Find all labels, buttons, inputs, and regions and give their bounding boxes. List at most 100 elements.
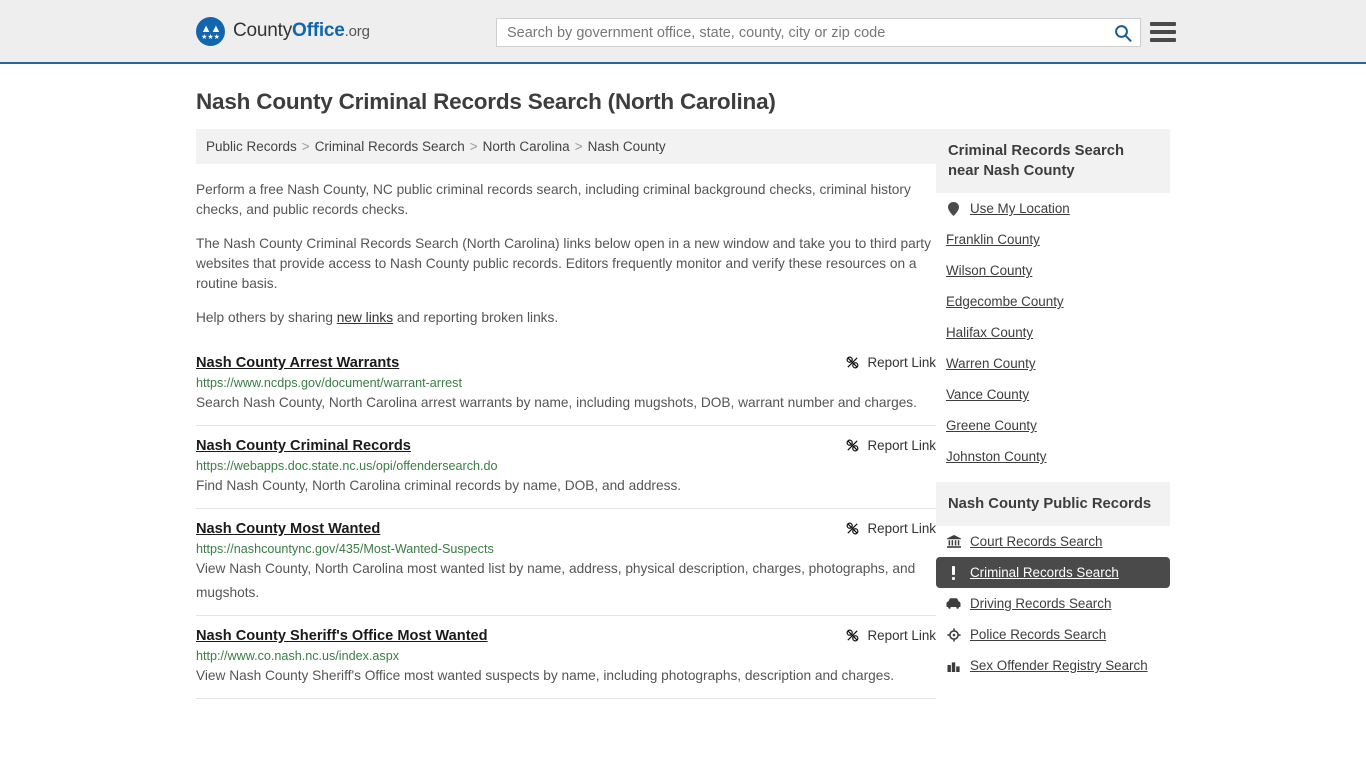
main-column: Public Records > Criminal Records Search > N…: [196, 129, 936, 720]
brand-text: CountyOffice.org: [233, 20, 370, 42]
sidebar-item-label[interactable]: Use My Location: [970, 201, 1070, 216]
result-title-link[interactable]: Nash County Sheriff's Office Most Wanted: [196, 628, 488, 644]
breadcrumb-item-criminal-records-search[interactable]: Criminal Records Search: [315, 139, 465, 154]
sidebar-item-label[interactable]: Greene County: [946, 418, 1037, 433]
sidebar-item-label[interactable]: Johnston County: [946, 449, 1047, 464]
report-link-button[interactable]: Report Link: [845, 355, 936, 370]
breadcrumb-item-north-carolina[interactable]: North Carolina: [483, 139, 570, 154]
sidebar-item-wilson-county[interactable]: Wilson County: [936, 255, 1170, 286]
result-item: Nash County Criminal Records Report Link…: [196, 425, 936, 508]
sidebar-item-label[interactable]: Court Records Search: [970, 534, 1102, 549]
search-bar: [496, 18, 1141, 47]
results-list: Nash County Arrest Warrants Report Link …: [196, 346, 936, 720]
search-icon: [1115, 24, 1132, 42]
broken-link-icon: [846, 439, 858, 452]
sidebar-item-label[interactable]: Sex Offender Registry Search: [970, 658, 1148, 673]
sidebar-item-greene-county[interactable]: Greene County: [936, 410, 1170, 441]
hamburger-bar: [1150, 22, 1176, 26]
new-links-link[interactable]: new links: [337, 310, 393, 325]
broken-link-icon: [846, 522, 858, 535]
brand-part1: County: [233, 20, 293, 41]
sidebar-item-label[interactable]: Franklin County: [946, 232, 1040, 247]
intro-paragraph-3: Help others by sharing new links and rep…: [196, 308, 936, 328]
report-link-button[interactable]: Report Link: [845, 438, 936, 453]
sidebar-item-johnston-county[interactable]: Johnston County: [936, 441, 1170, 472]
sidebar-item-label[interactable]: Halifax County: [946, 325, 1033, 340]
car-icon: [946, 598, 961, 609]
result-item: Nash County Sheriff's Office Most Wanted…: [196, 615, 936, 698]
report-link-button[interactable]: Report Link: [845, 521, 936, 536]
sidebar-item-label[interactable]: Warren County: [946, 356, 1036, 371]
result-url: https://www.ncdps.gov/document/warrant-a…: [196, 376, 462, 390]
result-url: https://nashcountync.gov/435/Most-Wanted…: [196, 542, 494, 556]
breadcrumb: Public Records > Criminal Records Search > N…: [196, 129, 936, 164]
report-link-label: Report Link: [867, 355, 936, 370]
result-description: View Nash County, North Carolina most wa…: [196, 561, 916, 600]
intro-paragraph-2: The Nash County Criminal Records Search …: [196, 236, 931, 291]
result-description: Find Nash County, North Carolina crimina…: [196, 478, 682, 493]
result-url: http://www.co.nash.nc.us/index.aspx: [196, 649, 400, 663]
exclamation-icon: [946, 565, 961, 580]
sidebar-item-warren-county[interactable]: Warren County: [936, 348, 1170, 379]
result-title-link[interactable]: Nash County Arrest Warrants: [196, 355, 399, 371]
report-link-label: Report Link: [867, 521, 936, 536]
sidebar-item-label[interactable]: Driving Records Search: [970, 596, 1111, 611]
result-item: Nash County Most Wanted Report Link http…: [196, 508, 936, 615]
intro-text: Perform a free Nash County, NC public cr…: [196, 180, 936, 328]
broken-link-icon: [846, 629, 858, 642]
sidebar-item-franklin-county[interactable]: Franklin County: [936, 224, 1170, 255]
sidebar-item-criminal-records-search[interactable]: Criminal Records Search: [936, 557, 1170, 588]
sidebar-item-label[interactable]: Wilson County: [946, 263, 1032, 278]
broken-link-icon: [846, 356, 858, 369]
nearby-counties-box: Criminal Records Search near Nash County…: [936, 129, 1170, 472]
breadcrumb-separator: >: [469, 139, 478, 154]
sidebar-item-label[interactable]: Vance County: [946, 387, 1029, 402]
sidebar-item-halifax-county[interactable]: Halifax County: [936, 317, 1170, 348]
sidebar-item-police-records-search[interactable]: Police Records Search: [936, 619, 1170, 650]
hamburger-bar: [1150, 38, 1176, 42]
site-header: ▲▲ ★★★ CountyOffice.org: [0, 0, 1366, 64]
eagle-shield-icon: ▲▲ ★★★: [196, 16, 225, 46]
sidebar-item-label[interactable]: Police Records Search: [970, 627, 1106, 642]
sidebar-item-court-records-search[interactable]: Court Records Search: [936, 526, 1170, 557]
intro-p3-before: Help others by sharing: [196, 310, 337, 325]
result-url: https://webapps.doc.state.nc.us/opi/offe…: [196, 459, 498, 473]
result-title-link[interactable]: Nash County Most Wanted: [196, 521, 380, 537]
public-records-list: Court Records Search Criminal Records Se…: [936, 526, 1170, 681]
map-pin-icon: [946, 201, 961, 216]
content-columns: Public Records > Criminal Records Search > N…: [196, 129, 1170, 720]
sidebar: Criminal Records Search near Nash County…: [936, 129, 1170, 681]
hamburger-menu-icon[interactable]: [1150, 19, 1176, 45]
nearby-counties-heading: Criminal Records Search near Nash County: [936, 129, 1170, 193]
result-description: View Nash County Sheriff's Office most w…: [196, 668, 895, 683]
sidebar-item-label[interactable]: Edgecombe County: [946, 294, 1064, 309]
sidebar-item-label[interactable]: Criminal Records Search: [970, 565, 1119, 580]
result-item-partial: [196, 698, 936, 720]
sidebar-item-vance-county[interactable]: Vance County: [936, 379, 1170, 410]
breadcrumb-item-nash-county[interactable]: Nash County: [588, 139, 666, 154]
result-item: Nash County Arrest Warrants Report Link …: [196, 346, 936, 425]
sidebar-item-use-my-location[interactable]: Use My Location: [936, 193, 1170, 224]
public-records-box: Nash County Public Records Court Records…: [936, 482, 1170, 681]
intro-p3-after: and reporting broken links.: [393, 310, 559, 325]
brand-tld: .org: [344, 23, 370, 40]
sidebar-item-sex-offender-registry-search[interactable]: Sex Offender Registry Search: [936, 650, 1170, 681]
report-link-button[interactable]: Report Link: [845, 628, 936, 643]
report-link-label: Report Link: [867, 628, 936, 643]
breadcrumb-separator: >: [574, 139, 583, 154]
hamburger-bar: [1150, 30, 1176, 34]
police-badge-icon: [946, 627, 961, 642]
sidebar-item-driving-records-search[interactable]: Driving Records Search: [936, 588, 1170, 619]
buildings-icon: [946, 660, 961, 672]
result-description: Search Nash County, North Carolina arres…: [196, 395, 917, 410]
result-title-link[interactable]: Nash County Criminal Records: [196, 438, 411, 454]
courthouse-icon: [946, 535, 961, 548]
search-input[interactable]: [497, 19, 1106, 46]
page-body: Nash County Criminal Records Search (Nor…: [0, 89, 1366, 720]
search-button[interactable]: [1106, 19, 1140, 46]
brand-part2: Office: [292, 20, 345, 41]
site-logo[interactable]: ▲▲ ★★★ CountyOffice.org: [196, 16, 370, 46]
breadcrumb-item-public-records[interactable]: Public Records: [206, 139, 297, 154]
sidebar-item-edgecombe-county[interactable]: Edgecombe County: [936, 286, 1170, 317]
